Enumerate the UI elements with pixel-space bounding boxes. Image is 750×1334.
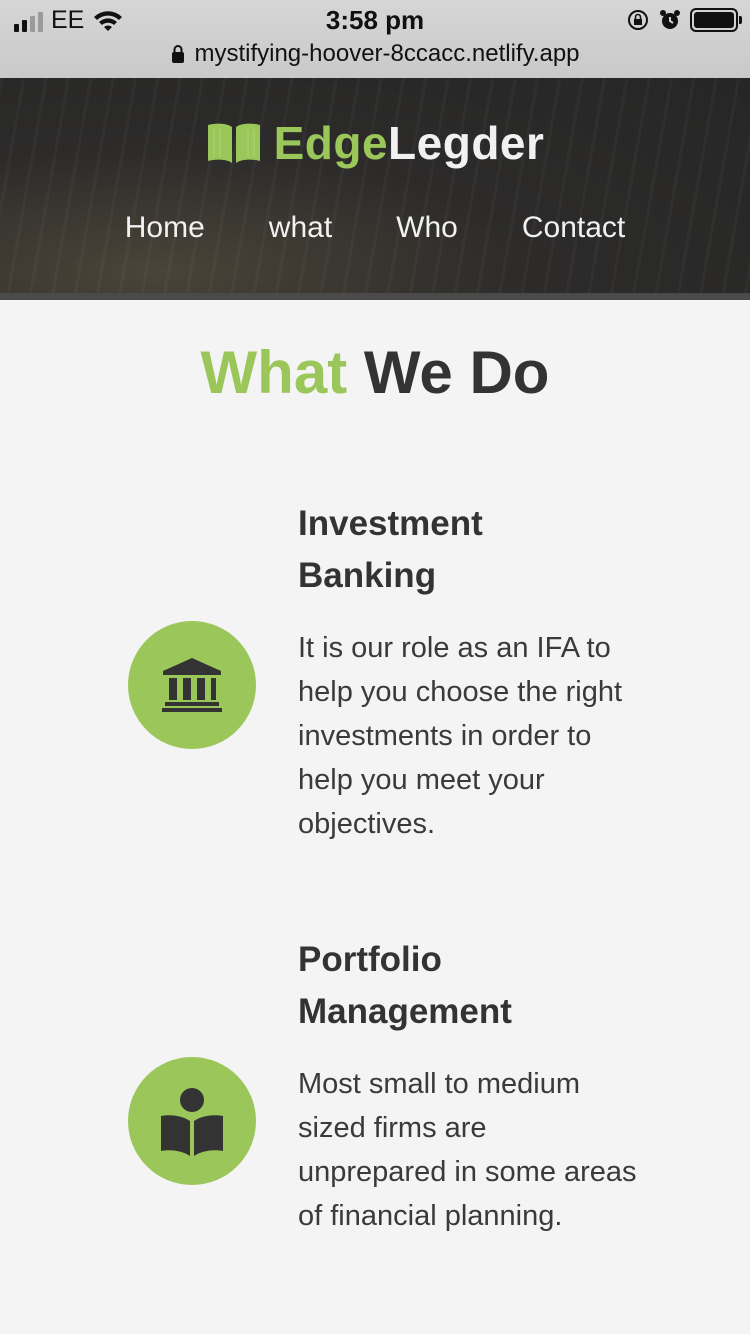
nav-who[interactable]: Who — [364, 211, 490, 245]
url-text: mystifying-hoover-8ccacc.netlify.app — [194, 40, 580, 67]
service-description: It is our role as an IFA to help you cho… — [298, 632, 623, 840]
book-open-icon — [207, 123, 260, 163]
nav-contact[interactable]: Contact — [490, 211, 657, 245]
status-bar: EE 3:58 pm mystifying-hoover-8ccacc.netl… — [0, 0, 750, 78]
service-icon-circle — [128, 621, 256, 749]
section-title-accent: What — [200, 339, 348, 406]
service-title: Portfolio Management — [298, 940, 512, 1031]
address-bar[interactable]: mystifying-hoover-8ccacc.netlify.app — [0, 40, 750, 68]
nav-what[interactable]: what — [237, 211, 364, 245]
bank-icon — [162, 658, 222, 712]
service-description: Most small to medium sized firms are unp… — [298, 1068, 637, 1232]
lock-icon — [172, 45, 185, 63]
status-right — [626, 8, 742, 32]
site-header: EdgeLegder Home what Who Contact — [0, 78, 750, 300]
battery-icon — [690, 8, 742, 32]
main-nav: Home what Who Contact — [0, 211, 750, 245]
book-reader-icon — [161, 1088, 223, 1156]
orientation-lock-icon — [628, 10, 648, 30]
brand-name: EdgeLegder — [274, 116, 545, 170]
section-title-rest: We Do — [363, 339, 550, 406]
nav-home[interactable]: Home — [93, 211, 237, 245]
brand-name-part1: Edge — [273, 117, 389, 169]
service-icon-circle — [128, 1057, 256, 1185]
brand-name-part2: Legder — [388, 117, 545, 169]
brand-logo[interactable]: EdgeLegder — [0, 116, 750, 170]
service-title: Investment Banking — [298, 504, 483, 595]
alarm-icon — [660, 10, 680, 29]
section-title: What We Do — [0, 338, 750, 407]
